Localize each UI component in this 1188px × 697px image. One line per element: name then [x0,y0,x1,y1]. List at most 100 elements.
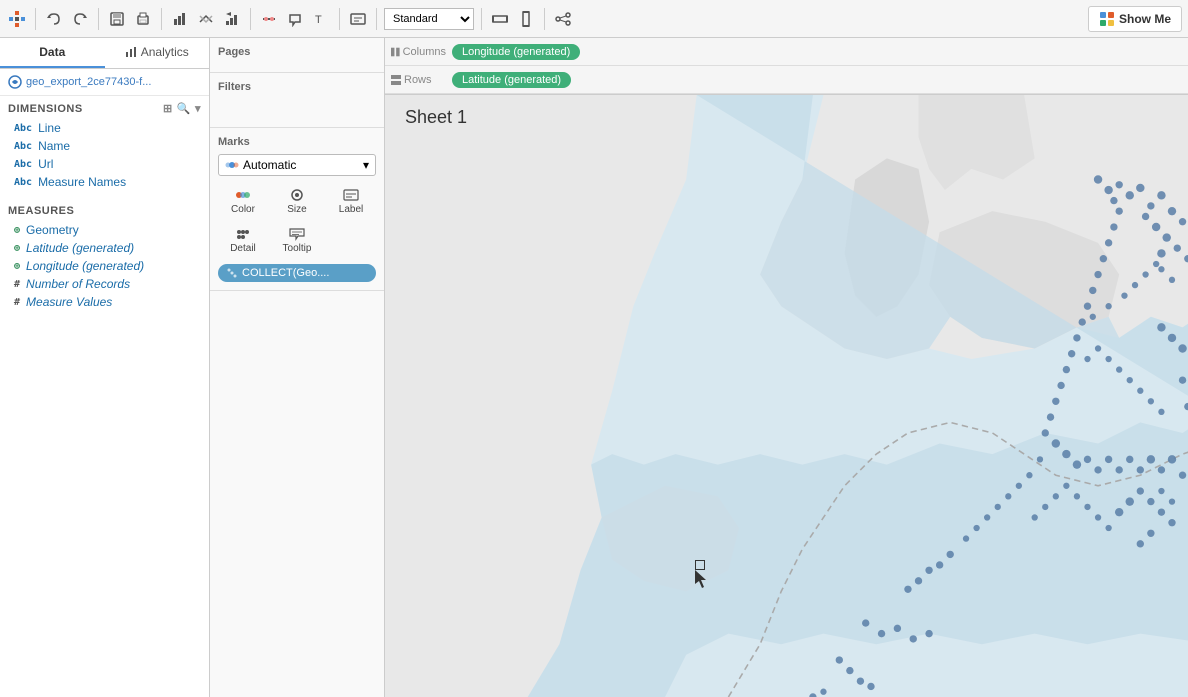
rows-shelf: Rows Latitude (generated) [385,66,1188,94]
field-type-name: Abc [14,141,32,152]
caption-button[interactable] [347,8,369,30]
marks-label: Marks [218,136,376,148]
measures-header: Measures [0,199,209,221]
dimensions-label: Dimensions [8,103,83,115]
collect-pill[interactable]: COLLECT(Geo.... [218,264,376,282]
analytics-tab-label: Analytics [141,45,189,59]
pages-section: Pages [210,38,384,73]
tab-analytics[interactable]: Analytics [105,38,210,68]
filters-section: Filters [210,73,384,128]
tooltip-icon [288,227,306,241]
columns-icon [391,47,400,57]
tab-data[interactable]: Data [0,38,105,68]
field-label-line: Line [38,121,61,135]
view-area: Columns Longitude (generated) Rows Latit… [385,38,1188,697]
sheet-title: Sheet 1 [405,107,467,128]
field-num-records[interactable]: # Number of Records [0,275,209,293]
data-source[interactable]: geo_export_2ce77430-f... [0,69,209,96]
label-icon [342,188,360,202]
color-icon [234,188,252,202]
dimensions-grid-icon[interactable]: ⊞ [163,102,173,115]
sep1 [35,8,36,30]
analytics-icon [125,46,137,58]
rows-pill[interactable]: Latitude (generated) [452,72,571,88]
color-label: Color [231,204,255,215]
field-url[interactable]: Abc Url [0,155,209,173]
center-panel: Pages Filters Marks Automatic ▾ [210,38,385,697]
field-type-mvals: # [14,297,20,308]
show-me-icon [1099,11,1115,27]
field-longitude[interactable]: ⊕ Longitude (generated) [0,257,209,275]
columns-pill[interactable]: Longitude (generated) [452,44,580,60]
bar-chart-button[interactable] [169,8,191,30]
detail-label: Detail [230,243,256,254]
detail-icon [234,227,252,241]
show-me-label: Show Me [1119,12,1171,26]
field-latitude[interactable]: ⊕ Latitude (generated) [0,239,209,257]
undo-button[interactable] [43,8,65,30]
sep3 [161,8,162,30]
field-label-mnames: Measure Names [38,175,126,189]
marks-size-button[interactable]: Size [272,184,322,219]
dimensions-header: Dimensions ⊞ 🔍 ▾ [0,96,209,119]
fit-height-button[interactable] [515,8,537,30]
shelves: Columns Longitude (generated) Rows Latit… [385,38,1188,95]
field-type-mnames: Abc [14,177,32,188]
size-icon [288,188,306,202]
size-label: Size [287,204,306,215]
dimensions-search-icon[interactable]: 🔍 [177,102,191,115]
marks-section: Marks Automatic ▾ [210,128,384,291]
tableau-icon[interactable] [6,8,28,30]
rows-label: Rows [391,74,446,86]
field-label-url: Url [38,157,53,171]
pages-label: Pages [218,46,376,58]
field-label-longitude: Longitude (generated) [26,259,144,273]
map-area[interactable] [385,95,1188,697]
share-button[interactable] [552,8,574,30]
field-label-mvals: Measure Values [26,295,112,309]
marks-detail-button[interactable]: Detail [218,223,268,258]
label-label: Label [339,204,363,215]
field-type-line: Abc [14,123,32,134]
field-label-numrec: Number of Records [26,277,130,291]
field-type-lat: ⊕ [14,243,20,254]
collect-icon [226,267,238,279]
layout-selector[interactable]: Standard [384,8,474,30]
show-me-button[interactable]: Show Me [1088,6,1182,32]
columns-shelf: Columns Longitude (generated) [385,38,1188,66]
marks-buttons-grid: Color Size Label [218,184,376,258]
sep6 [376,8,377,30]
annotation-button[interactable] [284,8,306,30]
field-type-numrec: # [14,279,20,290]
redo-button[interactable] [69,8,91,30]
save-button[interactable] [106,8,128,30]
print-button[interactable] [132,8,154,30]
highlight-button[interactable] [258,8,280,30]
datasource-icon [8,75,22,89]
field-name[interactable]: Abc Name [0,137,209,155]
sort-asc-button[interactable] [221,8,243,30]
dimensions-icons: ⊞ 🔍 ▾ [163,102,201,115]
field-label-geometry: Geometry [26,223,79,237]
marks-label-button[interactable]: Label [326,184,376,219]
columns-label: Columns [391,46,446,58]
collect-label: COLLECT(Geo.... [242,267,329,279]
field-measure-names[interactable]: Abc Measure Names [0,173,209,191]
swap-button[interactable] [195,8,217,30]
dimensions-chevron-icon[interactable]: ▾ [195,102,201,115]
field-geometry[interactable]: ⊕ Geometry [0,221,209,239]
sep5 [339,8,340,30]
sidebar-tabs: Data Analytics [0,38,209,69]
marks-color-button[interactable]: Color [218,184,268,219]
field-label-name: Name [38,139,70,153]
field-measure-values[interactable]: # Measure Values [0,293,209,311]
measures-label: Measures [8,205,74,217]
sep2 [98,8,99,30]
marks-type-dropdown[interactable]: Automatic ▾ [218,154,376,176]
marks-tooltip-button[interactable]: Tooltip [272,223,322,258]
datasource-name: geo_export_2ce77430-f... [26,76,151,88]
marks-dropdown-inner: Automatic [225,158,296,172]
label-button[interactable]: T [310,8,332,30]
fit-width-button[interactable] [489,8,511,30]
field-line[interactable]: Abc Line [0,119,209,137]
